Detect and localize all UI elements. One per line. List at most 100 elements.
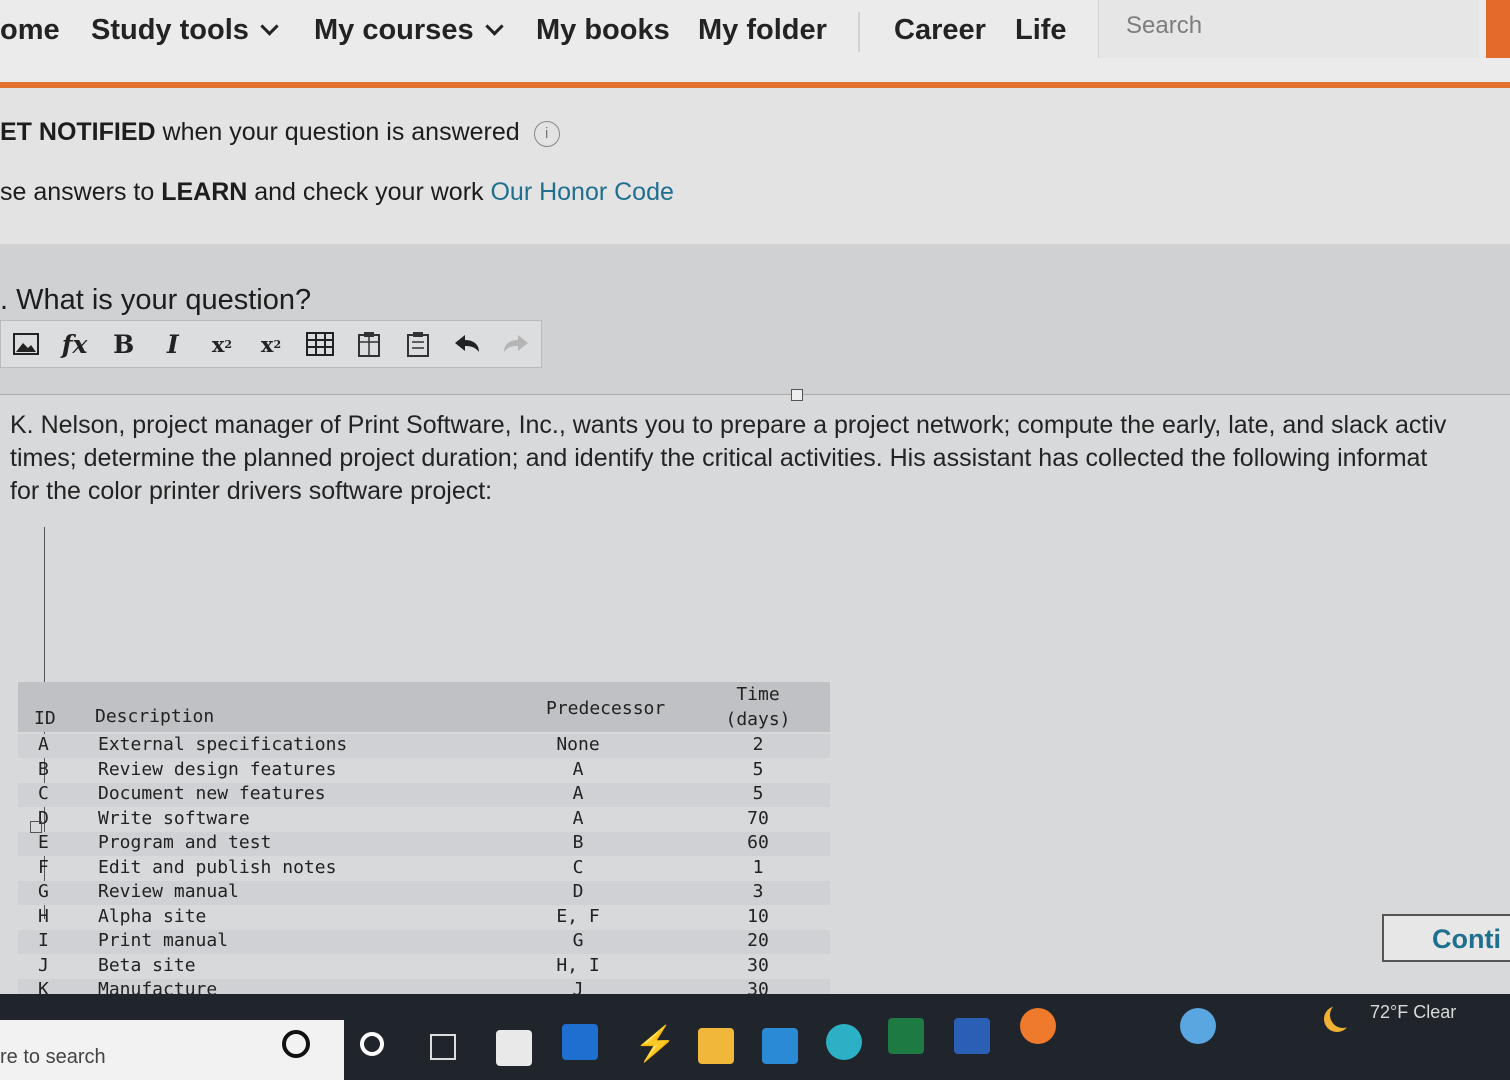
resize-handle[interactable] — [791, 389, 803, 401]
table-row: G Review manual D 3 — [18, 881, 830, 905]
image-icon[interactable] — [1, 321, 50, 367]
cell-description: Beta site — [98, 954, 196, 976]
cell-predecessor: A — [572, 783, 584, 804]
cortana-circle-icon[interactable] — [360, 1032, 384, 1056]
cell-description: Alpha site — [98, 905, 207, 927]
cell-id: H — [38, 905, 49, 927]
table-row: I Print manual G 20 — [18, 930, 830, 954]
header-id: ID — [34, 708, 56, 729]
table-row: F Edit and publish notes C 1 — [18, 857, 830, 881]
chevron-down-icon — [484, 17, 504, 36]
cell-predecessor: D — [572, 881, 584, 902]
undo-icon[interactable] — [443, 321, 492, 367]
honor-code-link[interactable]: Our Honor Code — [490, 178, 673, 206]
nav-my-courses[interactable]: My courses — [314, 14, 504, 47]
cell-description: Document new features — [98, 783, 326, 804]
cell-predecessor: None — [556, 734, 600, 755]
cell-time: 5 — [752, 783, 764, 804]
activity-table: ID Description Predecessor Time (days) A… — [18, 682, 830, 1042]
nav-my-books[interactable]: My books — [536, 14, 670, 47]
dropbox-icon[interactable] — [562, 1024, 598, 1060]
cell-time: 20 — [747, 930, 769, 951]
notify-notice: ET NOTIFIED when your question is answer… — [0, 118, 560, 149]
lightning-icon[interactable]: ⚡ — [634, 1024, 676, 1063]
cell-predecessor: H, I — [556, 954, 600, 976]
cell-time: 10 — [747, 905, 769, 927]
cell-predecessor: E, F — [556, 905, 600, 927]
question-section: . What is your question? fx B I x2 x2 K.… — [0, 244, 1510, 1038]
cell-description: Program and test — [98, 832, 272, 853]
nav-career[interactable]: Career — [894, 14, 986, 47]
weather-status[interactable]: 72°F Clear — [1370, 1002, 1456, 1023]
question-title: . What is your question? — [0, 284, 312, 316]
help-icon[interactable] — [1180, 1008, 1216, 1044]
nav-home[interactable]: ome — [0, 14, 60, 47]
nav-study-tools[interactable]: Study tools — [91, 14, 279, 47]
mail-icon[interactable] — [762, 1028, 798, 1064]
nav-life[interactable]: Life — [1015, 14, 1067, 47]
redo-icon[interactable] — [492, 321, 541, 367]
store-icon[interactable] — [496, 1030, 532, 1066]
cell-description: External specifications — [98, 734, 348, 755]
chevron-down-icon — [260, 17, 279, 36]
cell-description: Review design features — [98, 758, 337, 780]
file-explorer-icon[interactable] — [698, 1028, 734, 1064]
question-editor[interactable]: K. Nelson, project manager of Print Soft… — [0, 389, 1510, 1038]
top-navigation: ome Study tools My courses My books My f… — [0, 0, 1510, 82]
table-row: C Document new features A 5 — [18, 783, 830, 807]
superscript-button[interactable]: x2 — [246, 321, 295, 367]
table-row: A External specifications None 2 — [18, 734, 830, 758]
cell-id: E — [38, 832, 49, 853]
table-row: H Alpha site E, F 10 — [18, 906, 830, 930]
excel-icon[interactable] — [888, 1018, 924, 1054]
cell-predecessor: C — [572, 856, 584, 878]
table-row: D Write software A 70 — [18, 808, 830, 832]
weather-moon-icon — [1330, 1002, 1356, 1028]
taskbar: re to search ⚡ 72°F Clear — [0, 994, 1510, 1080]
header-description: Description — [95, 706, 215, 727]
cortana-icon[interactable] — [282, 1030, 310, 1058]
firefox-icon[interactable] — [1020, 1008, 1056, 1044]
cell-description: Print manual — [98, 930, 229, 951]
header-predecessor: Predecessor — [546, 698, 666, 719]
cell-id: I — [38, 930, 49, 951]
cell-time: 30 — [747, 954, 769, 976]
cell-time: 5 — [752, 758, 764, 780]
cell-predecessor: B — [572, 832, 584, 853]
search-input[interactable]: Search — [1098, 0, 1479, 58]
cell-description: Write software — [98, 807, 250, 829]
cell-id: A — [38, 734, 49, 755]
continue-button[interactable]: Conti — [1382, 914, 1510, 962]
italic-button[interactable]: I — [148, 321, 197, 367]
cell-description: Edit and publish notes — [98, 856, 337, 878]
cell-description: Review manual — [98, 881, 239, 902]
cell-time: 2 — [752, 734, 764, 755]
cell-id: D — [38, 807, 49, 829]
nav-my-folder[interactable]: My folder — [698, 14, 827, 47]
cell-time: 70 — [747, 807, 769, 829]
table-icon[interactable] — [296, 321, 345, 367]
nav-divider — [858, 12, 860, 52]
table-header: ID Description Predecessor Time (days) — [18, 682, 830, 732]
cell-time: 3 — [752, 881, 764, 902]
table-row: E Program and test B 60 — [18, 832, 830, 856]
notices-panel: ET NOTIFIED when your question is answer… — [0, 88, 1510, 244]
cell-id: F — [38, 856, 49, 878]
edge-icon[interactable] — [826, 1024, 862, 1060]
cell-time: 1 — [752, 856, 764, 878]
table-row: J Beta site H, I 30 — [18, 955, 830, 979]
taskbar-search[interactable]: re to search — [0, 1020, 344, 1080]
bold-button[interactable]: B — [99, 321, 148, 367]
editor-toolbar: fx B I x2 x2 — [0, 320, 542, 368]
cell-predecessor: A — [572, 807, 584, 829]
subscript-button[interactable]: x2 — [197, 321, 246, 367]
cell-predecessor: G — [572, 930, 584, 951]
info-icon[interactable]: i — [533, 121, 560, 147]
table-delete-icon[interactable] — [394, 321, 443, 367]
word-icon[interactable] — [954, 1018, 990, 1054]
table-insert-icon[interactable] — [345, 321, 394, 367]
task-view-icon[interactable] — [430, 1034, 456, 1060]
resize-handle[interactable] — [30, 821, 42, 833]
formula-icon[interactable]: fx — [50, 321, 99, 367]
search-button[interactable] — [1486, 0, 1510, 58]
